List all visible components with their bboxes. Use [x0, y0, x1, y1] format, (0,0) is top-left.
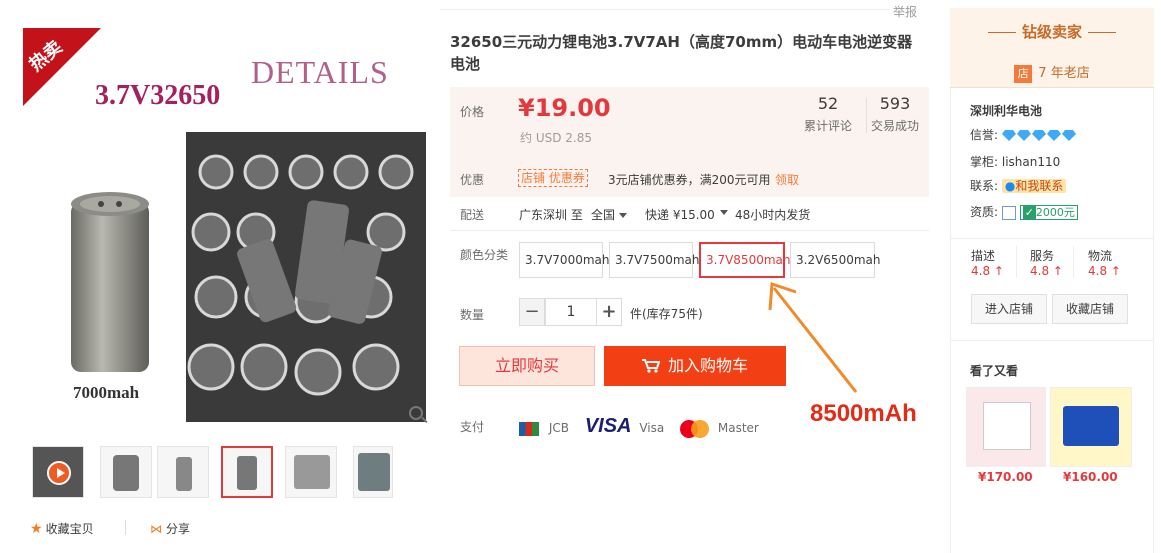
zoom-icon[interactable] — [409, 406, 423, 420]
seller-divider — [950, 340, 1154, 341]
battery-cell-illustration — [71, 192, 149, 372]
rating-label-service: 服务 — [1030, 249, 1055, 263]
buy-now-button[interactable]: 立即购买 — [459, 346, 595, 386]
rating-value-service: 4.8 ↑ — [1030, 264, 1063, 278]
cart-icon — [641, 359, 661, 373]
image-capacity-caption: 7000mah — [73, 383, 140, 402]
quantity-label: 数量 — [460, 308, 485, 322]
favorite-item-button[interactable]: ★ 收藏宝贝 — [30, 520, 94, 537]
thumbnail-2[interactable] — [100, 446, 152, 498]
store-age: 店7 年老店 — [950, 62, 1154, 83]
recommended-item-1-price: ¥170.00 — [978, 470, 1033, 484]
seller-level-title: 钻级卖家 — [950, 21, 1154, 42]
coupon-tag: 店铺 优惠券 — [518, 169, 588, 187]
shield-icon: ✓ — [1022, 206, 1036, 219]
price-label: 价格 — [460, 105, 485, 119]
credit-row: 信誉: — [970, 126, 1077, 143]
add-to-cart-button[interactable]: 加入购物车 — [604, 346, 786, 386]
top-divider — [440, 9, 890, 10]
report-link[interactable]: 举报 — [893, 3, 917, 20]
rating-label-logistics: 物流 — [1088, 249, 1113, 263]
price-usd: 约 USD 2.85 — [520, 131, 592, 145]
qualification-row: 资质: ✓ 2000元 — [970, 203, 1078, 220]
annotation-text: 8500mAh — [810, 400, 917, 427]
rating-label-desc: 描述 — [971, 249, 996, 263]
chevron-down-icon — [619, 213, 628, 218]
promo-label: 优惠 — [460, 173, 485, 187]
star-icon: ★ — [30, 521, 43, 537]
sku-option-3-selected[interactable]: 3.7V8500mah — [699, 242, 790, 278]
quantity-decrease-button[interactable]: − — [519, 298, 545, 326]
battery-batch-photo — [186, 132, 426, 422]
seller-divider — [950, 238, 1154, 239]
deposit-badge[interactable]: ✓ 2000元 — [1019, 205, 1078, 220]
contact-seller-button[interactable]: ●和我联系 — [1001, 179, 1067, 193]
thumbnail-6[interactable] — [353, 446, 393, 498]
visa-icon: VISA — [584, 415, 632, 437]
sku-option-2[interactable]: 3.7V7500mah — [609, 242, 699, 278]
review-count[interactable]: 52 — [798, 94, 858, 113]
color-label: 颜色分类 — [460, 248, 509, 262]
divider — [1073, 246, 1074, 278]
shipping-label: 配送 — [460, 208, 485, 222]
sku-option-4[interactable]: 3.2V6500mah — [790, 242, 880, 278]
thumbnail-5[interactable] — [285, 446, 337, 498]
recommended-item-2-image[interactable] — [1050, 387, 1132, 467]
price-value: ¥19.00 — [518, 94, 611, 122]
review-label: 累计评论 — [803, 119, 852, 133]
enter-store-button[interactable]: 进入店铺 — [971, 294, 1047, 324]
shipping-destination-select[interactable]: 全国 — [591, 206, 628, 223]
share-button[interactable]: ⋈ 分享 — [150, 520, 190, 537]
quantity-increase-button[interactable]: + — [596, 298, 622, 326]
thumbnail-video[interactable] — [32, 446, 84, 498]
shipping-time: 48小时内发货 — [735, 208, 811, 222]
store-icon: 店 — [1014, 64, 1033, 83]
claim-coupon-link[interactable]: 领取 — [775, 171, 799, 188]
favorite-store-button[interactable]: 收藏店铺 — [1052, 294, 1128, 324]
shipping-method: 快递 ¥15.00 — [645, 208, 715, 222]
image-details-text: DETAILS — [251, 54, 389, 90]
quantity-input[interactable]: 1 — [545, 298, 597, 326]
product-title: 32650三元动力锂电池3.7V7AH（高度70mm）电动车电池逆变器电池 — [450, 33, 913, 73]
recommended-item-2-price: ¥160.00 — [1063, 470, 1118, 484]
chevron-down-icon[interactable] — [720, 210, 728, 215]
divider — [1016, 246, 1017, 278]
row-divider — [450, 230, 929, 231]
sku-option-1[interactable]: 3.7V7000mah — [519, 242, 609, 278]
hot-sale-badge: 热卖 — [23, 28, 103, 108]
stock-text: 件(库存75件) — [630, 307, 703, 321]
payment-methods: JCB VISA Visa Master — [519, 415, 759, 438]
chat-icon: ● — [1004, 179, 1016, 193]
annotation-arrow — [768, 281, 858, 393]
store-name[interactable]: 深圳利华电池 — [970, 102, 1042, 119]
play-icon[interactable] — [47, 461, 71, 485]
diamond-icon — [1001, 128, 1077, 142]
seen-also-title: 看了又看 — [970, 364, 1019, 378]
rating-value-logistics: 4.8 ↑ — [1088, 264, 1121, 278]
share-icon: ⋈ — [150, 522, 162, 536]
sales-label: 交易成功 — [870, 119, 919, 133]
image-model-text: 3.7V32650 — [95, 80, 221, 111]
main-product-image[interactable]: 热卖 DETAILS 3.7V32650 7000mah — [23, 28, 433, 428]
sales-count: 593 — [879, 94, 911, 113]
up-arrow-icon: ↑ — [993, 264, 1004, 278]
mastercard-icon — [680, 419, 710, 438]
license-icon[interactable] — [1001, 205, 1016, 220]
up-arrow-icon: ↑ — [1110, 264, 1121, 278]
thumbnail-4-selected[interactable] — [221, 446, 273, 498]
jcb-icon — [519, 421, 539, 436]
owner-name[interactable]: lishan110 — [1002, 155, 1060, 169]
up-arrow-icon: ↑ — [1052, 264, 1063, 278]
payment-label: 支付 — [460, 420, 485, 434]
rating-value-desc: 4.8 ↑ — [971, 264, 1004, 278]
owner-row: 掌柜: lishan110 — [970, 155, 1061, 169]
divider — [125, 520, 126, 535]
promo-text: 3元店铺优惠券，满200元可用 — [608, 173, 771, 187]
contact-row: 联系: ●和我联系 — [970, 177, 1067, 194]
recommended-item-1-image[interactable] — [966, 387, 1046, 467]
thumbnail-3[interactable] — [157, 446, 209, 498]
shipping-from: 广东深圳 至 — [519, 208, 583, 222]
